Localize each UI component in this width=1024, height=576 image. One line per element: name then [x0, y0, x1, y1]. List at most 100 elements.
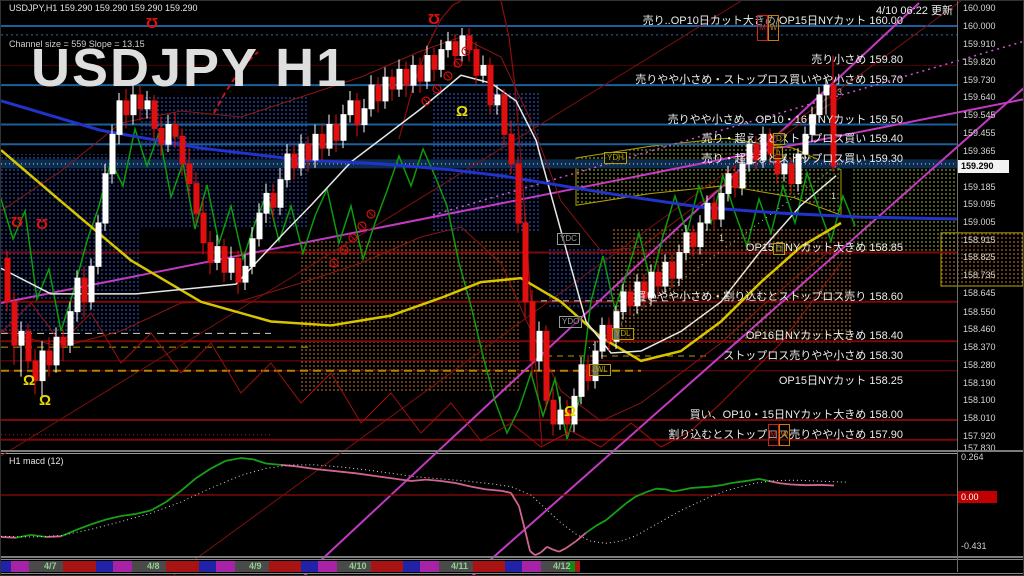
macd-line-down — [316, 469, 336, 471]
macd-line-down — [411, 480, 426, 481]
candle-body-down — [208, 243, 213, 263]
buy-marker-icon: Ω — [564, 404, 576, 419]
candle-body-down — [271, 193, 276, 207]
macd-line-down — [296, 466, 316, 469]
axis-tick-158.370: 158.370 — [963, 342, 996, 352]
macd-line-up — [691, 487, 701, 488]
panel-separator[interactable] — [1, 450, 1024, 452]
candle-body-up — [425, 56, 430, 82]
candle-body-down — [26, 331, 31, 361]
axis-tick-158.280: 158.280 — [963, 360, 996, 370]
tag-box-b: b — [773, 147, 783, 159]
macd-line-up — [626, 496, 636, 503]
symbol-ohlc-readout: USDJPY,H1 159.290 159.290 159.290 159.29… — [9, 3, 198, 13]
axis-tick-158.550: 158.550 — [963, 307, 996, 317]
macd-line-up — [253, 459, 266, 463]
candle-body-down — [789, 164, 794, 184]
macd-line-up — [616, 503, 626, 511]
session-segment — [11, 561, 29, 572]
axis-tick-159.365: 159.365 — [963, 146, 996, 156]
tag-box-D: D — [773, 133, 785, 145]
count-label-1: 1 — [831, 191, 836, 201]
date-label-4/8: 4/8 — [147, 561, 160, 571]
macd-line-up — [91, 520, 106, 525]
session-segment — [63, 561, 96, 572]
candle-body-down — [306, 144, 311, 160]
candle-body-up — [341, 115, 346, 141]
candle-body-up — [75, 278, 80, 311]
axis-tick-160.090: 160.090 — [963, 3, 996, 13]
macd-line-up — [586, 526, 596, 533]
candle-body-up — [264, 193, 269, 213]
annotation-158.6: 買いやや小さめ・割り込むとストップロス売り 158.60 — [635, 288, 903, 304]
macd-line-up — [731, 482, 741, 483]
annotation-158.25: OP15日NYカット 158.25 — [779, 372, 903, 388]
annotation-159.3: 売り・超えるとストップロス買い 159.30 — [702, 150, 903, 166]
axis-tick-159.640: 159.640 — [963, 92, 996, 102]
session-segment — [96, 561, 113, 572]
trading-chart-window: USDJPY,H1 159.290 159.290 159.290 159.29… — [0, 0, 1024, 576]
macd-line-up — [656, 489, 666, 490]
candle-body-down — [628, 292, 633, 306]
macd-line-up — [711, 485, 721, 486]
axis-tick-158.190: 158.190 — [963, 378, 996, 388]
candle-body-up — [621, 292, 626, 312]
macd-line-down — [426, 480, 441, 481]
tag-box-YDH: YDH — [604, 152, 627, 164]
candle-body-down — [292, 154, 297, 168]
session-segment — [575, 561, 580, 572]
axis-tick-159.005: 159.005 — [963, 217, 996, 227]
axis-tick-159.730: 159.730 — [963, 75, 996, 85]
candle-body-down — [691, 233, 696, 247]
panel-separator-2[interactable] — [1, 556, 1024, 558]
annotation-158.85: OP15日NYカット大きめ 158.85 — [746, 239, 903, 255]
annotation-159.8: 売り小さめ 159.80 — [811, 51, 903, 67]
candle-body-up — [299, 144, 304, 168]
macd-line-down — [547, 547, 553, 550]
candle-body-up — [369, 85, 374, 109]
candle-body-down — [516, 164, 521, 223]
annotation-159.5: 売りやや小さめ、OP10・16日NYカット 159.50 — [668, 111, 903, 127]
session-strip: 4/74/84/94/104/114/12 — [1, 559, 1024, 574]
candle-body-up — [411, 65, 416, 85]
candle-body-up — [348, 101, 353, 115]
macd-line-down — [535, 552, 541, 555]
annotation-158: 買い、OP10・15日NYカット大きめ 158.00 — [690, 406, 903, 422]
candle-body-down — [173, 125, 178, 137]
candle-body-down — [201, 213, 206, 243]
macd-line-down — [1, 537, 16, 538]
candle-body-up — [726, 174, 731, 194]
tag-box-D: D — [773, 243, 785, 255]
candle-body-up — [96, 223, 101, 266]
candle-body-up — [257, 213, 262, 239]
session-segment — [166, 561, 199, 572]
candle-body-down — [418, 65, 423, 81]
date-label-4/12: 4/12 — [553, 561, 571, 571]
macd-line-up — [241, 458, 253, 459]
session-segment — [1, 561, 11, 572]
macd-line-up — [196, 468, 211, 478]
axis-tick-159.820: 159.820 — [963, 57, 996, 67]
sell-signal-x — [369, 212, 373, 216]
axis-tick-158.735: 158.735 — [963, 270, 996, 280]
count-label-1: 1 — [719, 233, 724, 243]
session-segment — [473, 561, 505, 572]
macd-line-up — [16, 535, 31, 538]
candle-body-up — [558, 410, 563, 424]
candle-body-down — [530, 302, 535, 361]
axis-tick-158.645: 158.645 — [963, 288, 996, 298]
pattern-box-W: W — [779, 424, 790, 446]
date-label-4/11: 4/11 — [451, 561, 468, 571]
date-label-4/10: 4/10 — [349, 561, 367, 571]
tag-box-YDO: YDO — [559, 316, 582, 328]
candle-body-up — [383, 77, 388, 101]
candle-body-up — [285, 154, 290, 180]
candle-body-up — [397, 69, 402, 89]
pattern-box-W: W — [768, 15, 779, 41]
session-segment — [113, 561, 132, 572]
macd-line-up — [673, 490, 681, 491]
macd-line-up — [646, 489, 656, 493]
candle-body-up — [89, 266, 94, 301]
axis-tick-158.100: 158.100 — [963, 395, 996, 405]
date-label-4/7: 4/7 — [44, 561, 57, 571]
